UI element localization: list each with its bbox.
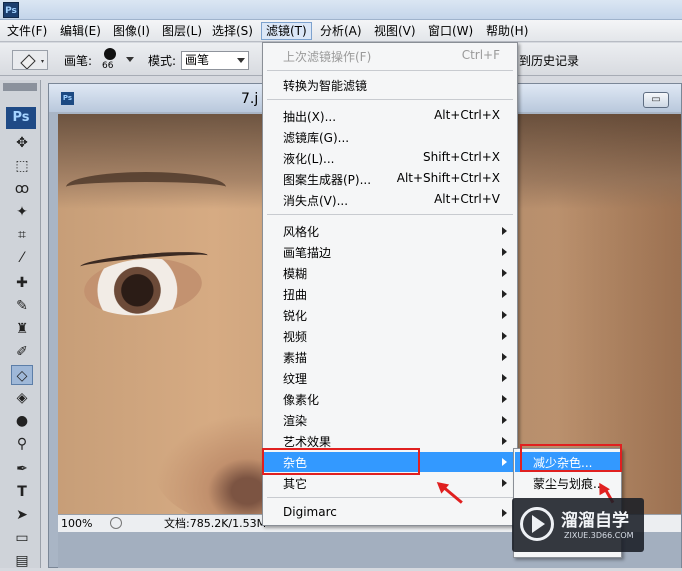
filter-gallery[interactable]: 滤镜库(G)... xyxy=(264,127,516,147)
mode-select[interactable]: 画笔 xyxy=(181,51,249,70)
chevron-down-icon xyxy=(237,58,245,63)
toolbox-grip[interactable] xyxy=(3,83,37,91)
mode-label: 模式: xyxy=(148,54,177,68)
brush-picker[interactable]: 66 xyxy=(98,47,138,74)
dodge-tool-icon[interactable]: ⚲ xyxy=(11,434,33,454)
erase-to-history-label[interactable]: 到历史记录 xyxy=(519,52,579,69)
toolbox: Ps ✥ ⬚ ꝏ ✦ ⌗ ⁄ ✚ ✎ ♜ ✐ ◇ ◈ ● ⚲ ✒ T ➤ ▭ ▤ xyxy=(0,80,41,571)
play-triangle-icon xyxy=(532,515,545,533)
filter-sharpen[interactable]: 锐化 xyxy=(264,305,516,325)
submenu-arrow-icon xyxy=(502,416,507,424)
filter-brush-strokes[interactable]: 画笔描边 xyxy=(264,242,516,262)
eraser-icon xyxy=(20,54,44,70)
submenu-arrow-icon xyxy=(502,332,507,340)
submenu-arrow-icon xyxy=(502,509,507,517)
submenu-arrow-icon xyxy=(502,248,507,256)
shape-tool-icon[interactable]: ▭ xyxy=(11,528,33,548)
history-brush-icon[interactable]: ✐ xyxy=(11,342,33,362)
photo-eyebrow xyxy=(66,172,226,202)
notes-tool-icon[interactable]: ▤ xyxy=(11,551,33,571)
brush-tool-icon[interactable]: ✎ xyxy=(11,296,33,316)
magic-wand-icon[interactable]: ✦ xyxy=(11,202,33,222)
menu-separator xyxy=(267,70,513,71)
menu-layer[interactable]: 图层(L) xyxy=(158,22,206,40)
healing-brush-icon[interactable]: ✚ xyxy=(11,273,33,293)
paint-bucket-icon[interactable]: ◈ xyxy=(11,388,33,408)
menu-separator xyxy=(267,99,513,100)
filter-render[interactable]: 渲染 xyxy=(264,410,516,430)
menu-window[interactable]: 窗口(W) xyxy=(424,22,477,40)
eraser-tool-icon[interactable]: ◇ xyxy=(11,365,33,385)
submenu-arrow-icon xyxy=(502,374,507,382)
filter-stylize[interactable]: 风格化 xyxy=(264,221,516,241)
marquee-tool-icon[interactable]: ⬚ xyxy=(11,156,33,176)
submenu-arrow-icon xyxy=(502,290,507,298)
filter-video[interactable]: 视频 xyxy=(264,326,516,346)
blur-tool-icon[interactable]: ● xyxy=(11,411,33,431)
pen-tool-icon[interactable]: ✒ xyxy=(11,459,33,479)
filter-distort[interactable]: 扭曲 xyxy=(264,284,516,304)
brush-tip-icon xyxy=(104,48,116,60)
move-tool-icon[interactable]: ✥ xyxy=(11,133,33,153)
submenu-arrow-icon xyxy=(502,437,507,445)
menu-image[interactable]: 图像(I) xyxy=(109,22,154,40)
crop-tool-icon[interactable]: ⌗ xyxy=(11,225,33,245)
document-name: 7.j xyxy=(241,91,259,107)
submenu-arrow-icon xyxy=(502,269,507,277)
submenu-arrow-icon xyxy=(502,227,507,235)
watermark: 溜溜自学 ZIXUE.3D66.COM xyxy=(512,498,644,552)
filter-vanishing-point[interactable]: 消失点(V)... Alt+Ctrl+V xyxy=(264,190,516,210)
path-selection-icon[interactable]: ➤ xyxy=(11,505,33,525)
annotation-box-reduce-noise xyxy=(520,444,622,472)
document-icon: Ps xyxy=(61,92,74,105)
filter-digimarc[interactable]: Digimarc xyxy=(264,503,516,523)
menu-edit[interactable]: 编辑(E) xyxy=(56,22,105,40)
filter-other[interactable]: 其它 xyxy=(264,473,516,493)
filter-texture[interactable]: 纹理 xyxy=(264,368,516,388)
eyedropper-icon[interactable]: ⁄ xyxy=(11,248,33,268)
submenu-arrow-icon xyxy=(502,458,507,466)
chevron-down-icon xyxy=(126,57,134,62)
mode-select-value: 画笔 xyxy=(185,53,210,67)
zoom-level[interactable]: 100% xyxy=(61,515,92,532)
filter-liquify[interactable]: 液化(L)... Shift+Ctrl+X xyxy=(264,148,516,168)
menu-select[interactable]: 选择(S) xyxy=(208,22,257,40)
status-menu-icon[interactable] xyxy=(110,517,122,529)
type-tool-icon[interactable]: T xyxy=(11,482,33,502)
stamp-tool-icon[interactable]: ♜ xyxy=(11,319,33,339)
submenu-arrow-icon xyxy=(502,479,507,487)
lasso-tool-icon[interactable]: ꝏ xyxy=(11,179,33,199)
watermark-title: 溜溜自学 xyxy=(561,511,629,531)
menu-help[interactable]: 帮助(H) xyxy=(482,22,532,40)
menu-file[interactable]: 文件(F) xyxy=(3,22,51,40)
brush-size: 66 xyxy=(102,61,114,71)
menu-separator xyxy=(267,497,513,498)
filter-pixelate[interactable]: 像素化 xyxy=(264,389,516,409)
submenu-arrow-icon xyxy=(502,353,507,361)
submenu-arrow-icon xyxy=(502,311,507,319)
photoshop-app-icon: Ps xyxy=(3,2,19,18)
submenu-arrow-icon xyxy=(502,395,507,403)
menu-separator xyxy=(267,214,513,215)
filter-convert-smart[interactable]: 转换为智能滤镜 xyxy=(264,75,516,95)
filter-pattern-maker[interactable]: 图案生成器(P)... Alt+Shift+Ctrl+X xyxy=(264,169,516,189)
minimize-button[interactable]: ▭ xyxy=(643,92,669,108)
watermark-url: ZIXUE.3D66.COM xyxy=(564,531,634,540)
title-bar: Ps xyxy=(0,0,682,20)
menu-bar: 文件(F) 编辑(E) 图像(I) 图层(L) 选择(S) 滤镜(T) 分析(A… xyxy=(0,20,682,42)
filter-extract[interactable]: 抽出(X)... Alt+Ctrl+X xyxy=(264,106,516,126)
menu-filter[interactable]: 滤镜(T) xyxy=(261,22,312,40)
filter-sketch[interactable]: 素描 xyxy=(264,347,516,367)
menu-analysis[interactable]: 分析(A) xyxy=(316,22,366,40)
document-size-info: 文档:785.2K/1.53M xyxy=(164,517,267,530)
brush-label: 画笔: xyxy=(64,54,93,68)
annotation-box-noise xyxy=(262,448,420,475)
menu-view[interactable]: 视图(V) xyxy=(370,22,420,40)
photoshop-logo: Ps xyxy=(6,107,36,129)
filter-last-filter[interactable]: 上次滤镜操作(F) Ctrl+F xyxy=(264,46,516,66)
filter-blur[interactable]: 模糊 xyxy=(264,263,516,283)
tool-preset-picker[interactable] xyxy=(12,50,48,70)
